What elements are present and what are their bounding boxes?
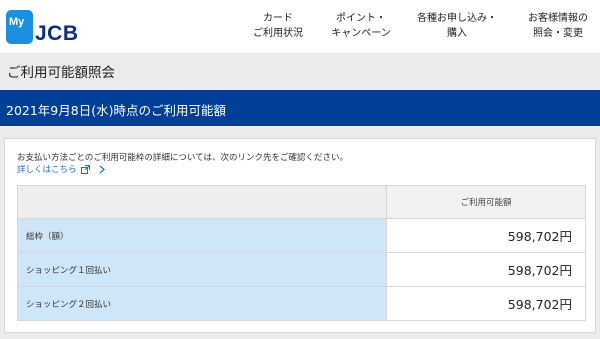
logo-my-text: My — [9, 16, 25, 28]
available-amount-card: お支払い方法ごとのご利用可能枠の詳細については、次のリンク先をご確認ください。 … — [4, 138, 596, 333]
nav-customer-info[interactable]: お客様情報の 照会・変更 — [516, 11, 600, 41]
page-title: ご利用可能額照会 — [7, 65, 115, 81]
row-value-total: 598,702円 — [386, 218, 586, 253]
row-value-shopping-1: 598,702円 — [386, 252, 586, 287]
nav-points-campaigns[interactable]: ポイント・ キャンペーン — [326, 11, 396, 41]
myjcb-logo[interactable]: My JCB — [6, 10, 104, 44]
external-link-icon — [80, 164, 90, 174]
row-label-total: 総枠（額） — [17, 218, 387, 253]
table-header-blank — [17, 185, 387, 219]
logo-brand-text: JCB — [35, 22, 79, 44]
table-row: ショッピング１回払い 598,702円 — [17, 252, 586, 287]
table-row: ショッピング２回払い 598,702円 — [17, 286, 586, 321]
row-value-shopping-2: 598,702円 — [386, 286, 586, 321]
site-header: My JCB カード ご利用状況 ポイント・ キャンペーン 各種お申し込み・ 購… — [0, 0, 600, 53]
date-banner: 2021年9月8日(水)時点のご利用可能額 — [0, 90, 600, 126]
details-link[interactable]: 詳しくはこちら — [17, 163, 106, 175]
nav-card-usage[interactable]: カード ご利用状況 — [246, 11, 310, 41]
notice-text: お支払い方法ごとのご利用可能枠の詳細については、次のリンク先をご確認ください。 — [17, 153, 348, 163]
table-row: 総枠（額） 598,702円 — [17, 218, 586, 253]
nav-applications-purchase[interactable]: 各種お申し込み・ 購入 — [410, 11, 504, 41]
details-link-label[interactable]: 詳しくはこちら — [17, 163, 77, 175]
table-header-available: ご利用可能額 — [386, 185, 586, 219]
table-header-row: ご利用可能額 — [17, 185, 586, 219]
chevron-right-icon — [99, 165, 105, 173]
row-label-shopping-1: ショッピング１回払い — [17, 252, 387, 287]
row-label-shopping-2: ショッピング２回払い — [17, 286, 387, 321]
available-amount-table: ご利用可能額 総枠（額） 598,702円 ショッピング１回払い 598,702… — [17, 185, 586, 321]
date-banner-text: 2021年9月8日(水)時点のご利用可能額 — [6, 103, 226, 118]
